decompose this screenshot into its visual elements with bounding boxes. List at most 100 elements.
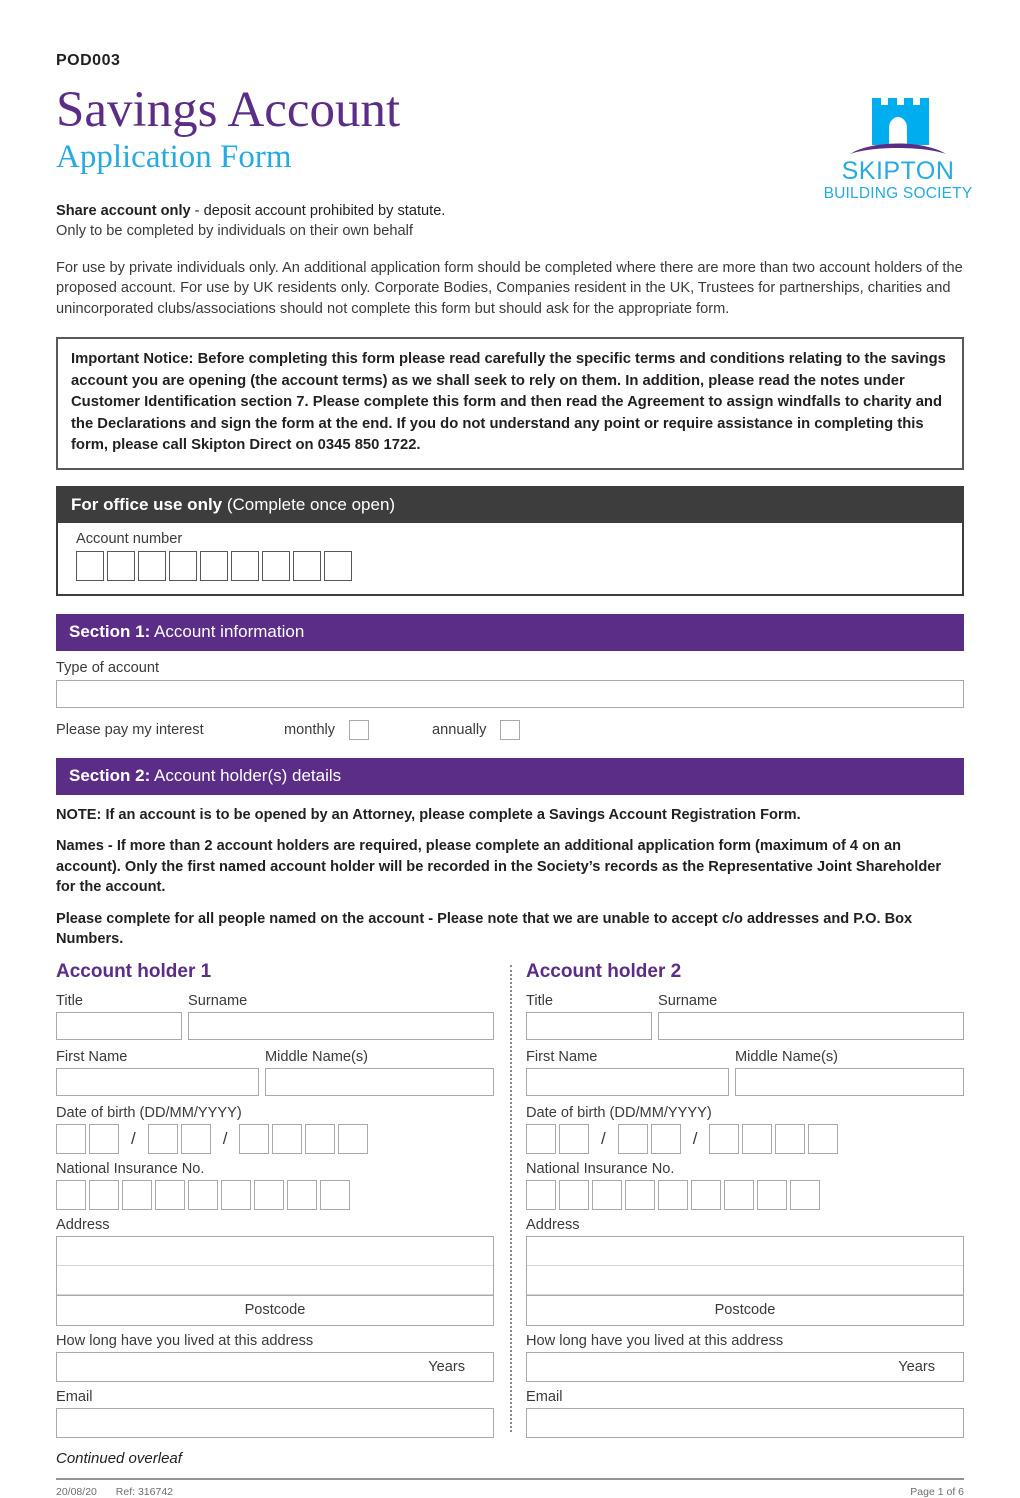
holder2-address-line-1[interactable]	[527, 1237, 963, 1266]
holder2-ni-char[interactable]	[724, 1179, 754, 1210]
holder1-dob-year-digit[interactable]	[272, 1123, 303, 1154]
holder2-email-input[interactable]	[526, 1407, 964, 1438]
holder1-dob-month-digit[interactable]	[147, 1123, 178, 1154]
holder1-dob-month-digit[interactable]	[180, 1123, 211, 1154]
section-2-note: Names - If more than 2 account holders a…	[56, 838, 942, 896]
holder1-address-line-1[interactable]	[57, 1237, 493, 1266]
holder2-address-line-2[interactable]	[527, 1266, 963, 1295]
holder2-middle-names-input[interactable]	[735, 1067, 964, 1096]
holder2-ni-char[interactable]	[691, 1179, 721, 1210]
account-number-digit[interactable]	[76, 550, 104, 581]
logo-subtitle: BUILDING SOCIETY	[823, 185, 973, 202]
column-divider	[494, 961, 526, 1438]
holder1-firstmiddle-labels: First Name Middle Name(s)	[56, 1049, 494, 1065]
holder2-dob-year-digit[interactable]	[742, 1123, 773, 1154]
office-use-header: For office use only (Complete once open)	[58, 487, 962, 523]
holder1-dob-day-digit[interactable]	[89, 1123, 119, 1154]
interest-option-monthly[interactable]: monthly	[284, 719, 432, 740]
holder2-dob-year-digit[interactable]	[709, 1123, 740, 1154]
holder1-address-block: Postcode	[56, 1235, 494, 1326]
holder2-ni-char[interactable]	[658, 1179, 688, 1210]
account-number-digit[interactable]	[231, 550, 259, 581]
holder2-firstmiddle-labels: First Name Middle Name(s)	[526, 1049, 964, 1065]
holder2-ni-char[interactable]	[526, 1179, 556, 1210]
account-number-input[interactable]	[76, 550, 949, 581]
section-2-notes: NOTE: If an account is to be opened by a…	[56, 805, 964, 950]
holder1-first-name-input[interactable]	[56, 1067, 259, 1096]
holder2-dob-input[interactable]: / /	[526, 1123, 964, 1154]
holder1-address-line-2[interactable]	[57, 1266, 493, 1295]
interest-annually-checkbox[interactable]	[500, 719, 521, 740]
holder2-dob-label: Date of birth (DD/MM/YYYY)	[526, 1104, 712, 1121]
holder1-email-input[interactable]	[56, 1407, 494, 1438]
holder2-dob-month-digit[interactable]	[650, 1123, 681, 1154]
interest-monthly-checkbox[interactable]	[349, 719, 370, 740]
holder1-ni-char[interactable]	[254, 1179, 284, 1210]
holder1-dob-input[interactable]: / /	[56, 1123, 494, 1154]
holder2-dob-day-digit[interactable]	[559, 1123, 589, 1154]
holder2-first-name-input[interactable]	[526, 1067, 729, 1096]
continued-overleaf: Continued overleaf	[56, 1449, 182, 1467]
holder1-dob-year-digit[interactable]	[305, 1123, 336, 1154]
holder2-surname-input[interactable]	[658, 1011, 964, 1040]
holder1-dob-day-digit[interactable]	[56, 1123, 86, 1154]
holder2-ni-char[interactable]	[559, 1179, 589, 1210]
holder1-ni-char[interactable]	[188, 1179, 218, 1210]
holder2-ni-char[interactable]	[625, 1179, 655, 1210]
holder1-ni-char[interactable]	[320, 1179, 350, 1210]
dob-separator: /	[692, 1128, 698, 1148]
intro-lead: Share account only - deposit account pro…	[56, 201, 964, 222]
account-number-digit[interactable]	[200, 550, 228, 581]
office-use-body: Account number	[58, 522, 962, 594]
account-number-digit[interactable]	[107, 550, 135, 581]
holder2-ni-char[interactable]	[790, 1179, 820, 1210]
holder1-postcode-input[interactable]: Postcode	[57, 1294, 493, 1325]
account-number-digit[interactable]	[169, 550, 197, 581]
holder2-ni-char[interactable]	[592, 1179, 622, 1210]
holder2-postcode-label: Postcode	[714, 1302, 776, 1319]
holder1-ni-char[interactable]	[56, 1179, 86, 1210]
holder2-ni-char[interactable]	[757, 1179, 787, 1210]
type-of-account-label: Type of account	[56, 659, 160, 676]
holder1-ni-input[interactable]	[56, 1179, 494, 1210]
holder2-dob-day-digit[interactable]	[526, 1123, 556, 1154]
holder1-surname-input[interactable]	[188, 1011, 494, 1040]
holder2-title-input[interactable]	[526, 1011, 652, 1040]
section-1-header: Section 1: Account information	[56, 613, 964, 651]
holder2-dob-year-digit[interactable]	[775, 1123, 806, 1154]
holder1-ni-char[interactable]	[155, 1179, 185, 1210]
holder1-how-long-label: How long have you lived at this address	[56, 1332, 314, 1349]
holder1-ni-char[interactable]	[287, 1179, 317, 1210]
holder1-middle-names-input[interactable]	[265, 1067, 494, 1096]
holder2-dob-month-digit[interactable]	[617, 1123, 648, 1154]
holder2-postcode-input[interactable]: Postcode	[527, 1294, 963, 1325]
holder1-name-labels: Title Surname	[56, 993, 494, 1009]
section-1-title: Account information	[150, 621, 305, 641]
holder2-years-input[interactable]: Years	[526, 1351, 964, 1382]
type-of-account-input[interactable]	[56, 679, 964, 708]
holder1-dob-year-digit[interactable]	[338, 1123, 369, 1154]
account-holder-2-title: Account holder 2	[526, 960, 682, 982]
account-number-digit[interactable]	[293, 550, 321, 581]
holder2-ni-input[interactable]	[526, 1179, 964, 1210]
holder2-how-long-label: How long have you lived at this address	[526, 1332, 784, 1349]
holder1-ni-char[interactable]	[221, 1179, 251, 1210]
dotted-divider-line	[510, 964, 512, 1432]
interest-option-monthly-label: monthly	[284, 721, 336, 738]
holder1-ni-char[interactable]	[89, 1179, 119, 1210]
holder1-title-input[interactable]	[56, 1011, 182, 1040]
holder1-years-input[interactable]: Years	[56, 1351, 494, 1382]
holder2-ni-label: National Insurance No.	[526, 1160, 675, 1177]
account-number-digit[interactable]	[262, 550, 290, 581]
skipton-logo: SKIPTON BUILDING SOCIETY	[818, 88, 978, 201]
holder1-dob-year-digit[interactable]	[239, 1123, 270, 1154]
interest-option-annually[interactable]: annually	[432, 719, 580, 740]
section-2-title: Account holder(s) details	[150, 765, 342, 785]
account-number-digit[interactable]	[324, 550, 352, 581]
holder1-address-label: Address	[56, 1216, 110, 1233]
holder2-dob-year-digit[interactable]	[808, 1123, 839, 1154]
holder1-ni-char[interactable]	[122, 1179, 152, 1210]
holder2-middle-names-label: Middle Name(s)	[735, 1048, 838, 1065]
account-number-digit[interactable]	[138, 550, 166, 581]
section-2-note: Please complete for all people named on …	[56, 910, 913, 948]
